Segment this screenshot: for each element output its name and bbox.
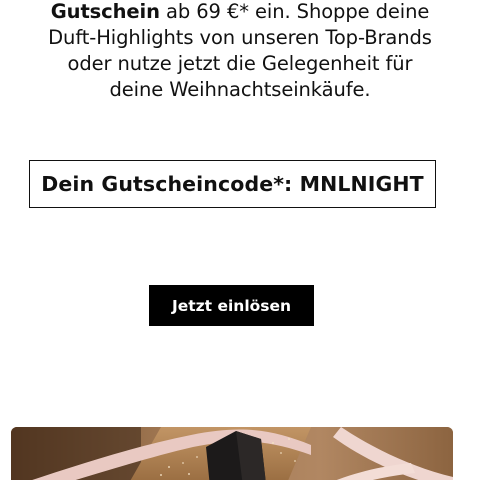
voucher-code-text: Dein Gutscheincode*: MNLNIGHT xyxy=(41,172,424,196)
hero-image xyxy=(11,427,453,480)
promo-line-2: Duft-Highlights von unseren Top-Brands xyxy=(48,26,432,49)
redeem-button-label: Jetzt einlösen xyxy=(171,296,292,315)
promo-line-1-rest: ab 69 €* ein. Shoppe deine xyxy=(159,0,430,23)
voucher-code-box: Dein Gutscheincode*: MNLNIGHT xyxy=(29,160,436,208)
redeem-button[interactable]: Jetzt einlösen xyxy=(149,285,314,326)
promo-line-4: deine Weihnachtseinkäufe. xyxy=(109,78,371,101)
gift-ribbon-image xyxy=(11,427,453,480)
promo-line-1: Gutschein ab 69 €* ein. Shoppe deine xyxy=(20,0,460,25)
promo-line-3: oder nutze jetzt die Gelegenheit für xyxy=(67,52,413,75)
promo-voucher-word: Gutschein xyxy=(50,0,160,23)
promo-description: Gutschein ab 69 €* ein. Shoppe deine Duf… xyxy=(20,0,460,103)
